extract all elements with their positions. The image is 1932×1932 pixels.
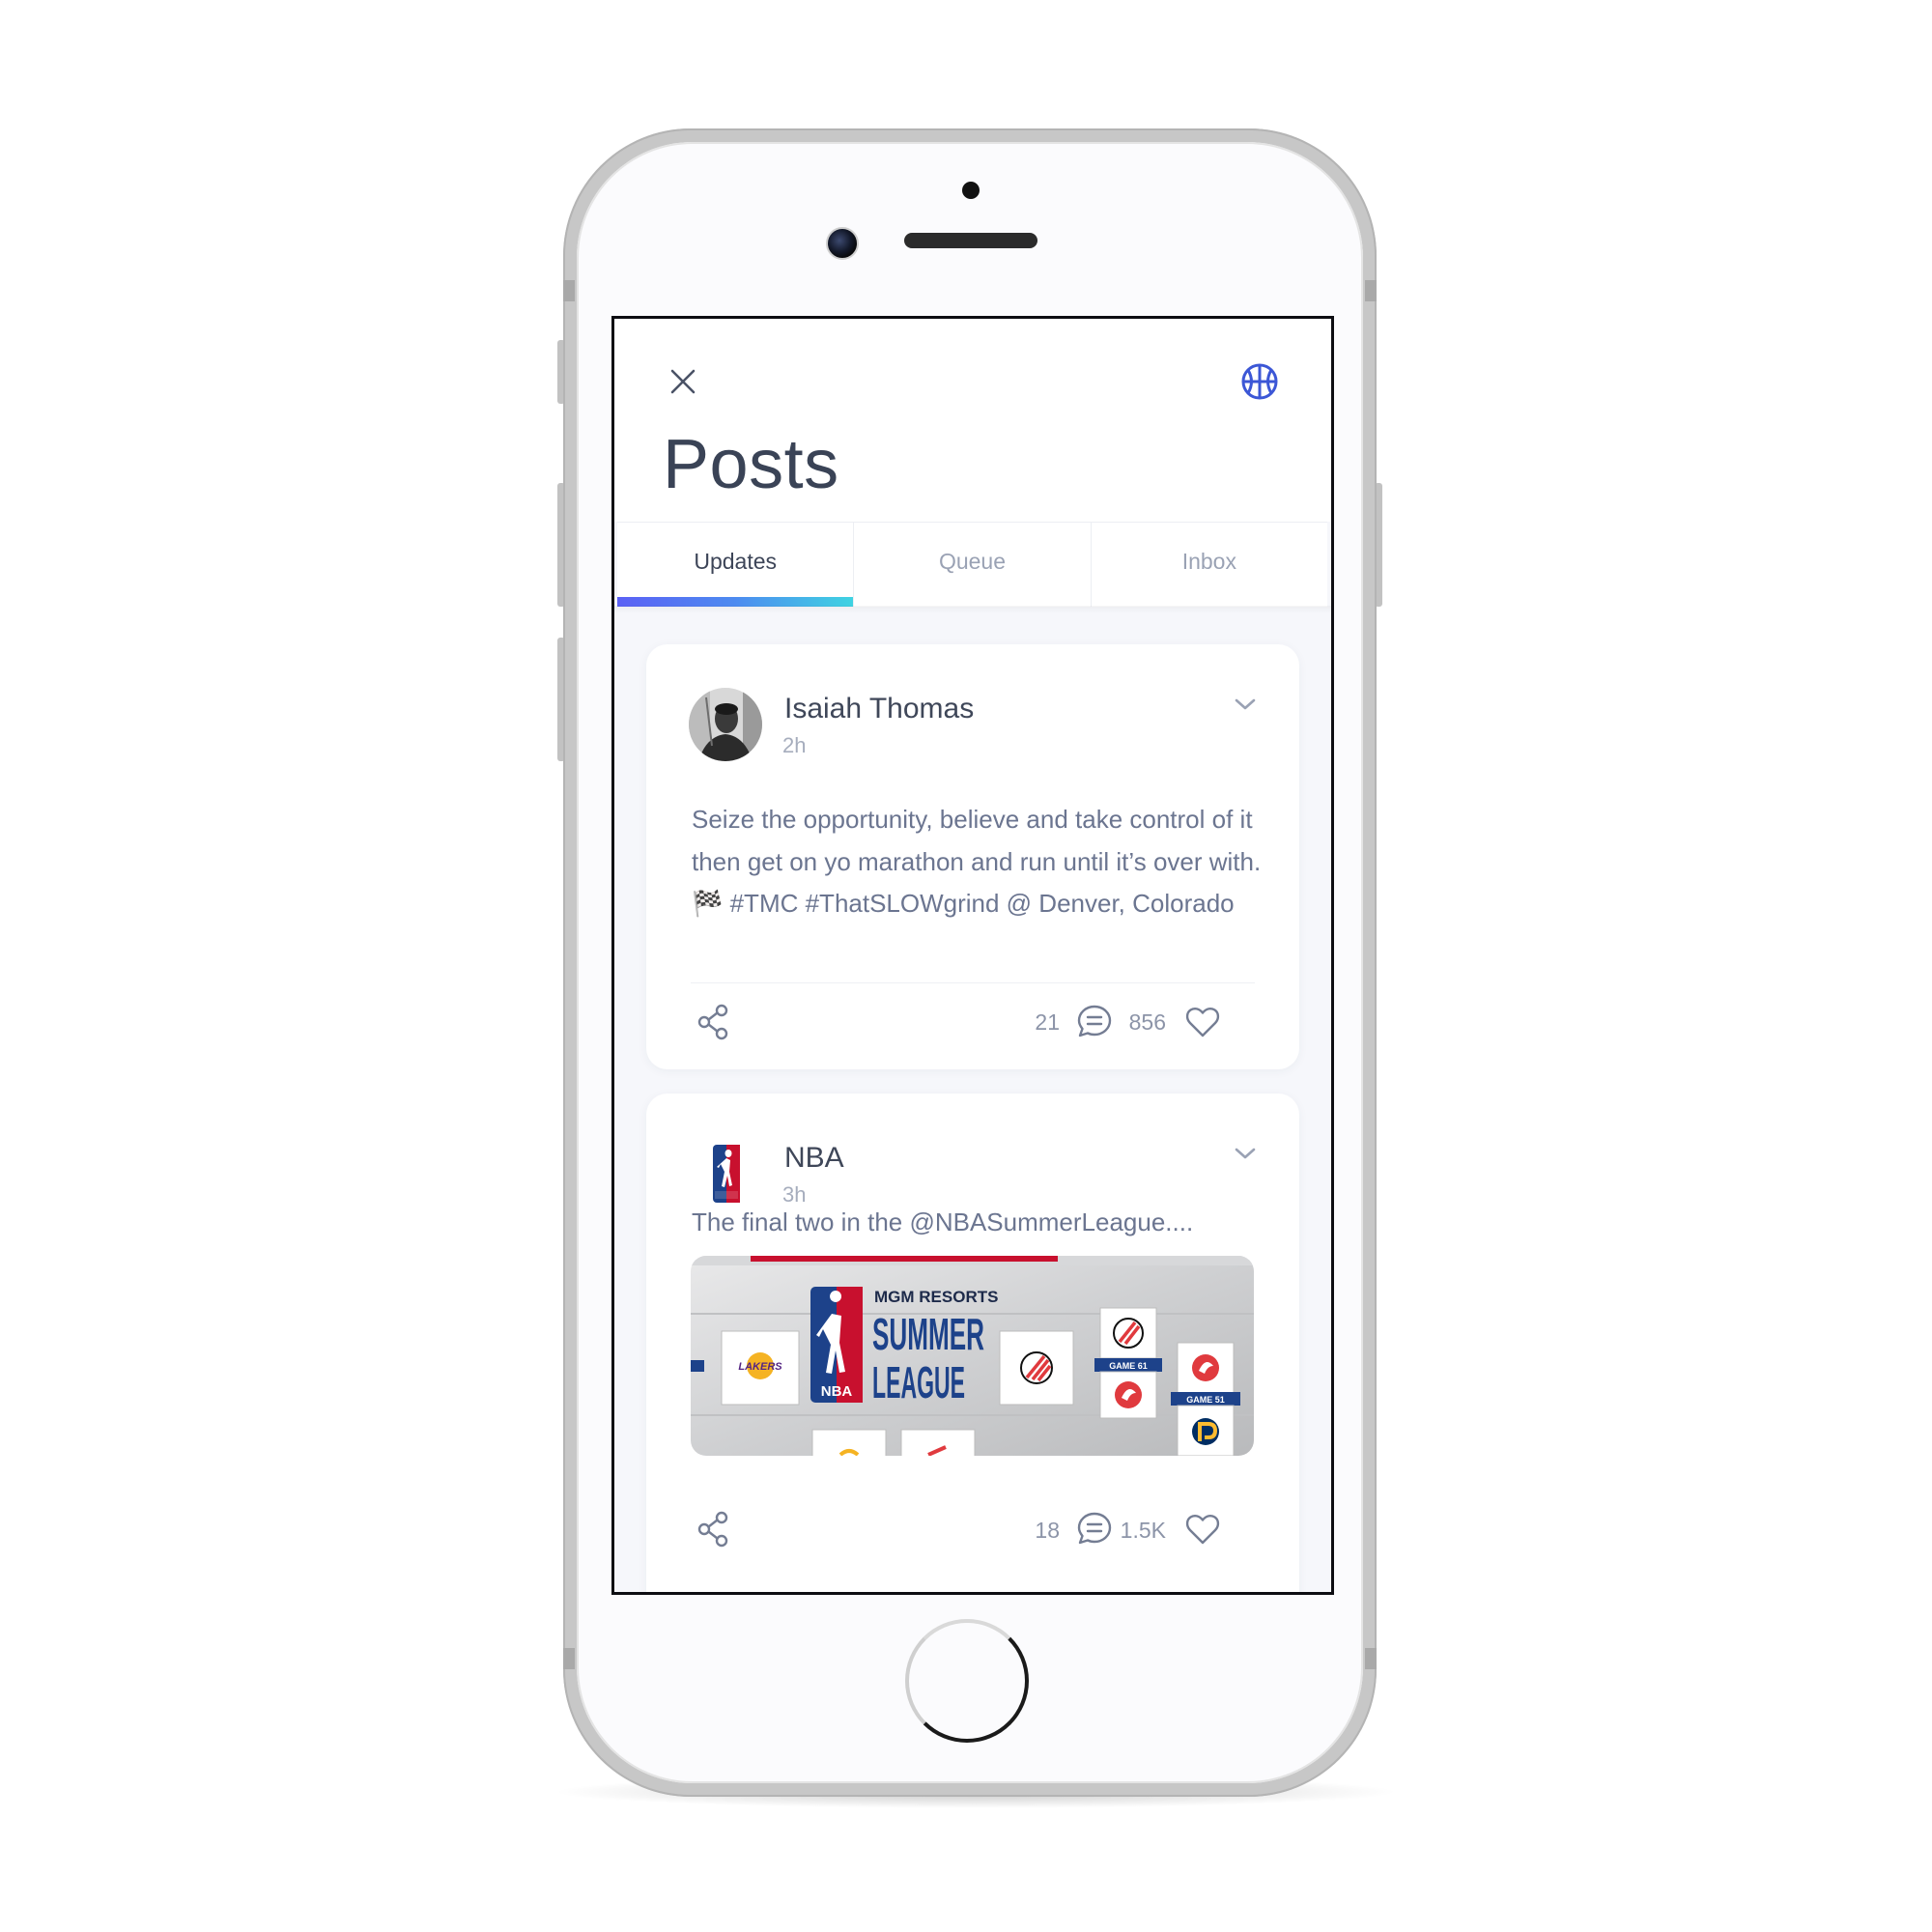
comment-count: 18 <box>1035 1518 1060 1543</box>
comment-count: 21 <box>1035 1009 1060 1035</box>
tab-bar: Updates Queue Inbox <box>617 522 1327 607</box>
chevron-down-icon[interactable] <box>1232 695 1259 714</box>
post-author[interactable]: Isaiah Thomas <box>784 693 974 725</box>
divider <box>691 982 1255 983</box>
league-text: LEAGUE <box>872 1357 965 1407</box>
tab-label: Updates <box>694 549 777 574</box>
tab-queue[interactable]: Queue <box>854 523 1092 607</box>
sponsor-text: MGM RESORTS <box>874 1288 998 1306</box>
summer-text: SUMMER <box>872 1309 984 1359</box>
antenna-band <box>1365 280 1377 301</box>
earpiece-speaker <box>904 233 1037 248</box>
nba-logo-text: NBA <box>821 1383 853 1400</box>
basketball-icon[interactable] <box>1240 362 1279 401</box>
heart-icon[interactable] <box>1184 1512 1221 1547</box>
antenna-band <box>563 1648 575 1669</box>
tab-updates[interactable]: Updates <box>617 523 855 607</box>
tab-label: Inbox <box>1181 549 1236 574</box>
tab-label: Queue <box>938 549 1007 574</box>
antenna-band <box>1365 1648 1377 1669</box>
antenna-band <box>563 280 575 301</box>
share-icon[interactable] <box>696 1004 729 1040</box>
app-screen: Posts Updates Queue Inbox Isaiah Thomas … <box>611 316 1334 1595</box>
like-count: 856 <box>1128 1009 1166 1035</box>
nba-logo-avatar[interactable] <box>689 1137 762 1210</box>
home-button[interactable] <box>905 1619 1029 1743</box>
post-timestamp: 2h <box>782 733 807 757</box>
post-image[interactable]: LAKERS NBA MGM RESORTS SUMMER LEAGUE GAM… <box>691 1256 1254 1456</box>
like-count: 1.5K <box>1120 1518 1166 1543</box>
page-title: Posts <box>663 426 839 503</box>
team-label: LAKERS <box>738 1361 782 1373</box>
post-card[interactable]: Isaiah Thomas 2h Seize the opportunity, … <box>646 644 1299 1069</box>
avatar[interactable] <box>689 688 762 761</box>
post-text: The final two in the @NBASummerLeague...… <box>692 1208 1194 1236</box>
front-camera <box>826 227 859 260</box>
game-label: GAME 61 <box>1109 1361 1148 1371</box>
game-label: GAME 51 <box>1186 1395 1225 1405</box>
chevron-down-icon[interactable] <box>1232 1144 1259 1163</box>
proximity-sensor <box>962 182 980 199</box>
tab-bar-shadow <box>614 606 1331 613</box>
tab-inbox[interactable]: Inbox <box>1092 523 1327 607</box>
post-card[interactable]: NBA 3h The final two in the @NBASummerLe… <box>646 1094 1299 1592</box>
heart-icon[interactable] <box>1184 1005 1221 1039</box>
post-author[interactable]: NBA <box>784 1142 844 1175</box>
share-icon[interactable] <box>696 1511 729 1548</box>
header: Posts <box>614 319 1331 522</box>
post-text: Seize the opportunity, believe and take … <box>692 805 1262 918</box>
close-icon[interactable] <box>668 367 697 396</box>
